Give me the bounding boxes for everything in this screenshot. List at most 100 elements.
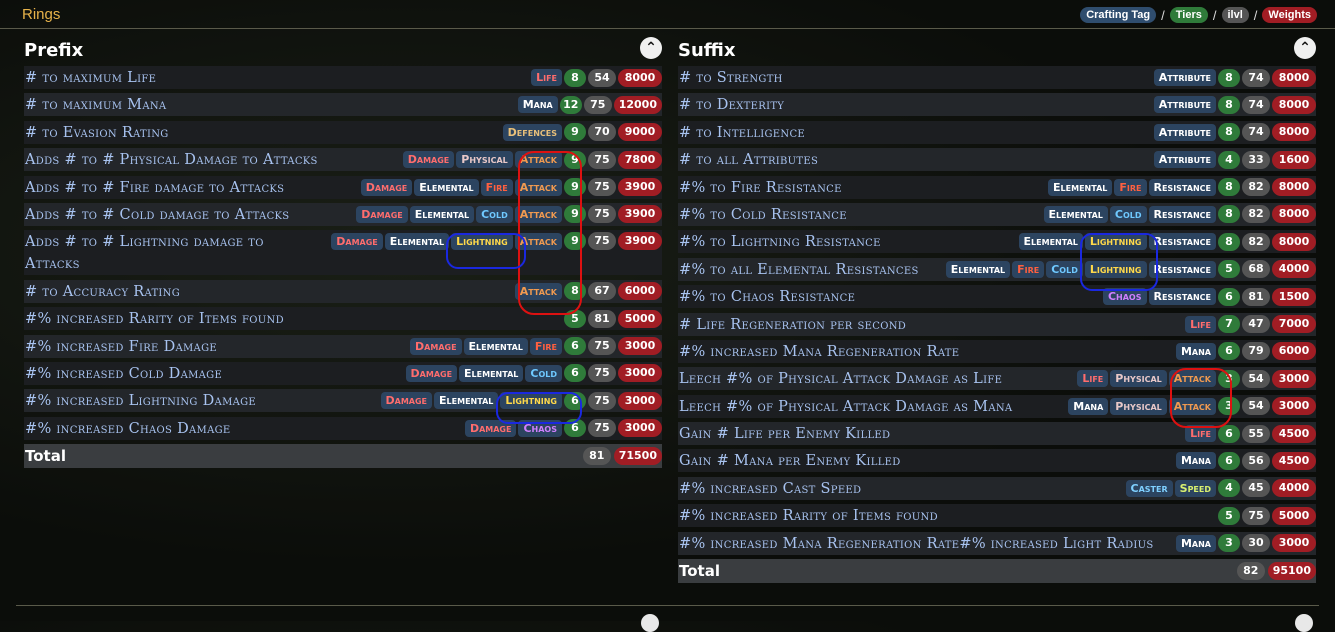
- weight-badge: 8000: [1272, 178, 1316, 197]
- weight-badge: 4500: [1272, 451, 1316, 470]
- mod-text: #% to Chaos Resistance: [679, 289, 856, 306]
- ilvl-badge: 45: [1242, 479, 1270, 498]
- ilvl-badge: 75: [588, 178, 616, 197]
- mod-row: #% to Cold Resistance Elemental Cold Resist…: [678, 202, 1316, 226]
- tag-damage: Damage: [405, 364, 458, 382]
- ilvl-badge: 54: [1242, 397, 1270, 416]
- tag-damage: Damage: [380, 392, 433, 410]
- mod-text: #% to Fire Resistance: [679, 179, 842, 196]
- total-ilvl: 81: [582, 447, 611, 466]
- tag-elemental: Elemental: [384, 232, 450, 250]
- tag-mana: Mana: [1175, 452, 1216, 470]
- tier-badge: 5: [1218, 260, 1240, 279]
- mod-text: #% increased Rarity of Items found: [679, 508, 938, 525]
- total-label: Total: [25, 447, 66, 466]
- tag-resistance: Resistance: [1148, 260, 1216, 278]
- legend-ilvl: ilvl: [1221, 7, 1249, 23]
- weight-badge: 5000: [1272, 506, 1316, 525]
- tag-life: Life: [531, 69, 562, 86]
- tier-badge: 12: [559, 95, 582, 114]
- ilvl-badge: 82: [1242, 232, 1270, 251]
- chevron-up-icon[interactable]: ⌃: [640, 37, 662, 59]
- total-weight: 95100: [1267, 562, 1316, 581]
- mod-row: Gain # Mana per Enemy Killed Mana 6 56 4500: [678, 449, 1316, 473]
- weight-badge: 1600: [1272, 150, 1316, 169]
- legend-tiers: Tiers: [1169, 7, 1208, 23]
- tag-physical: Physical: [456, 151, 513, 169]
- ilvl-badge: 75: [588, 232, 616, 251]
- tag-cold: Cold: [476, 205, 513, 223]
- weight-badge: 3000: [618, 337, 662, 356]
- tag-resistance: Resistance: [1148, 288, 1216, 306]
- mod-tags: Life 7 47 7000: [1185, 313, 1316, 335]
- tag-mana: Mana: [1175, 342, 1216, 360]
- tag-resistance: Resistance: [1148, 205, 1216, 223]
- tag-mana: Mana: [517, 96, 558, 114]
- mod-text: # to all Attributes: [679, 152, 819, 169]
- tag-life: Life: [1185, 315, 1216, 333]
- mod-tags: Defences 9 70 9000: [502, 121, 662, 143]
- mod-tags: Damage Elemental Fire Attack 9 75 3900: [360, 176, 662, 198]
- mod-row: #% increased Cast Speed Caster Speed 4 45 400…: [678, 476, 1316, 500]
- weight-badge: 8000: [1272, 232, 1316, 251]
- ilvl-badge: 75: [588, 337, 616, 356]
- weight-badge: 4500: [1272, 424, 1316, 443]
- mod-row: #% to Chaos Resistance Chaos Resistance 6 81…: [678, 285, 1316, 309]
- weight-badge: 4000: [1272, 260, 1316, 279]
- mod-row: #% increased Cold Damage Damage Elemental C…: [24, 361, 662, 385]
- tag-speed: Speed: [1174, 479, 1216, 497]
- ilvl-badge: 75: [588, 391, 616, 410]
- tag-fire: Fire: [529, 337, 562, 355]
- legend-weights: Weights: [1262, 7, 1317, 23]
- ilvl-badge: 75: [588, 419, 616, 438]
- suffix-header: Suffix ⌃: [678, 34, 1316, 66]
- tier-badge: 6: [564, 364, 586, 383]
- chevron-up-icon[interactable]: ⌃: [1294, 37, 1316, 59]
- tag-elemental: Elemental: [414, 178, 479, 196]
- mod-tags: Attribute 4 33 1600: [1153, 149, 1316, 171]
- tag-resistance: Resistance: [1148, 233, 1216, 251]
- mod-row: #% to all Elemental Resistances Elemental…: [678, 257, 1316, 281]
- ilvl-badge: 30: [1242, 534, 1270, 553]
- mod-row: # to Intelligence Attribute 8 74 8000: [678, 120, 1316, 144]
- tag-defences: Defences: [502, 123, 562, 141]
- mod-row: # to maximum Mana Mana 12 75 12000: [24, 93, 662, 117]
- mod-text: #% increased Mana Regeneration Rate: [679, 343, 960, 360]
- tier-badge: 7: [1218, 315, 1240, 334]
- mod-tags: 5 75 5000: [1218, 505, 1316, 527]
- chevron-icon[interactable]: [641, 614, 659, 632]
- tag-caster: Caster: [1125, 479, 1173, 497]
- blue-annotation-circle: [1080, 233, 1158, 291]
- tag-cold: Cold: [1109, 205, 1147, 223]
- mod-text: Gain # Life per Enemy Killed: [679, 426, 891, 443]
- weight-badge: 3000: [1272, 369, 1316, 388]
- weight-badge: 5000: [618, 309, 662, 328]
- tag-fire: Fire: [1114, 178, 1147, 196]
- mod-text: #% increased Chaos Damage: [25, 420, 231, 437]
- weight-badge: 3900: [618, 232, 662, 251]
- legend-separator: /: [1212, 7, 1217, 23]
- ilvl-badge: 79: [1242, 342, 1270, 361]
- tag-physical: Physical: [1110, 397, 1167, 415]
- ilvl-badge: 56: [1242, 451, 1270, 470]
- tag-mana: Mana: [1175, 534, 1216, 552]
- mod-text: Leech #% of Physical Attack Damage as Li…: [679, 371, 1003, 388]
- ilvl-badge: 75: [588, 150, 616, 169]
- mod-text: Leech #% of Physical Attack Damage as Ma…: [679, 398, 1013, 415]
- suffix-panel: Suffix ⌃ # to Strength Attribute 8 74 8000 # …: [678, 34, 1316, 584]
- tier-badge: 6: [1218, 287, 1240, 306]
- mod-tags: 5 81 5000: [564, 308, 662, 330]
- weight-badge: 8000: [1272, 205, 1316, 224]
- mod-row: # to Strength Attribute 8 74 8000: [678, 66, 1316, 89]
- mod-text: #% increased Cast Speed: [679, 480, 862, 497]
- mod-row: #% increased Mana Regeneration Rate Mana 6…: [678, 339, 1316, 363]
- ilvl-badge: 75: [1242, 506, 1270, 525]
- chevron-icon[interactable]: [1295, 614, 1313, 632]
- ilvl-badge: 55: [1242, 424, 1270, 443]
- tier-badge: 9: [564, 123, 586, 142]
- ilvl-badge: 81: [1242, 287, 1270, 306]
- top-bar: Rings Crafting Tag / Tiers / ilvl / Weig…: [0, 0, 1335, 29]
- weight-badge: 3000: [618, 391, 662, 410]
- tier-badge: 8: [564, 68, 586, 87]
- weight-badge: 3000: [1272, 534, 1316, 553]
